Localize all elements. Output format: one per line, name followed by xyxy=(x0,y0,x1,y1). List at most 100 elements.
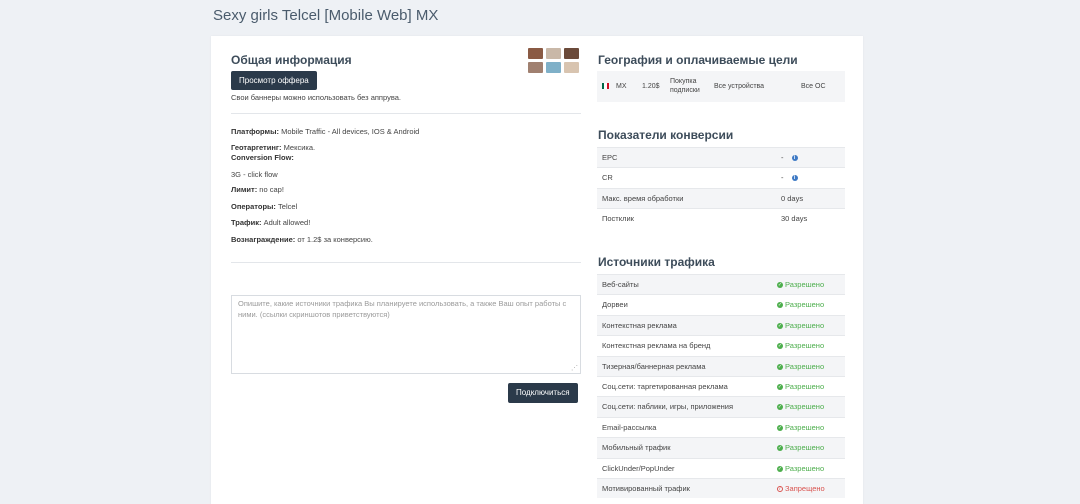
check-circle-icon: ✓ xyxy=(777,302,783,309)
resize-grip-icon[interactable]: ⋰ xyxy=(571,364,578,372)
platforms-label: Платформы: xyxy=(231,127,279,136)
operators-line: Операторы: Telcel xyxy=(231,202,297,211)
check-circle-icon: ✓ xyxy=(777,282,783,289)
check-circle-icon: ✓ xyxy=(777,343,783,350)
source-label: Тизерная/баннерная реклама xyxy=(602,361,706,371)
check-circle-icon: ✓ xyxy=(777,424,783,431)
source-label: Веб-сайты xyxy=(602,280,639,289)
info-icon[interactable]: i xyxy=(791,155,798,162)
source-status: ✓ Разрешено xyxy=(777,341,825,351)
table-row: Дорвеи ✓ Разрешено xyxy=(597,294,845,314)
geography-heading: География и оплачиваемые цели xyxy=(598,53,798,67)
table-row: Макс. время обработки 0 days xyxy=(597,187,845,209)
source-status: ✓ Разрешено xyxy=(777,381,825,391)
source-label: Мотивированный трафик xyxy=(602,483,690,493)
check-circle-icon: ✓ xyxy=(777,404,783,411)
source-label: Email-рассылка xyxy=(602,422,657,432)
limit-line: Лимит: no cap! xyxy=(231,185,284,194)
reward-label: Вознаграждение: xyxy=(231,235,296,244)
conversion-value: 0 days xyxy=(781,193,804,203)
check-circle-icon: ✓ xyxy=(777,383,783,390)
table-row: Соц.сети: таргетированная реклама ✓ Разреш… xyxy=(597,375,845,396)
info-icon[interactable]: i xyxy=(791,175,798,182)
check-circle-icon: ✓ xyxy=(777,445,783,452)
source-status: ✓ Разрешено xyxy=(777,443,825,453)
table-row: Мобильный трафик ✓ Разрешено xyxy=(597,437,845,458)
conversion-label: CR xyxy=(602,173,613,183)
traffic-description-input[interactable] xyxy=(231,295,581,374)
operators-value: Telcel xyxy=(278,202,298,211)
preview-image-icon[interactable] xyxy=(528,62,543,73)
source-label: Контекстная реклама на бренд xyxy=(602,341,711,351)
reward-line: Вознаграждение: от 1.2$ за конверсию. xyxy=(231,235,373,244)
ban-icon: / xyxy=(777,485,783,492)
traffic-line: Трафик: Adult allowed! xyxy=(231,218,310,227)
geo-country: MX xyxy=(616,83,627,90)
table-row: ClickUnder/PopUnder ✓ Разрешено xyxy=(597,457,845,478)
check-circle-icon: ✓ xyxy=(777,363,783,370)
preview-image-icon[interactable] xyxy=(546,62,561,73)
source-status: ✓ Разрешено xyxy=(777,402,825,412)
source-label: Соц.сети: таргетированная реклама xyxy=(602,381,728,391)
page-title: Sexy girls Telcel [Mobile Web] MX xyxy=(213,7,439,24)
conversion-value: 30 days xyxy=(781,214,808,224)
source-status: ✓ Разрешено xyxy=(777,280,825,289)
connect-button[interactable]: Подключиться xyxy=(508,383,578,403)
check-circle-icon: ✓ xyxy=(777,465,783,472)
table-row: Тизерная/баннерная реклама ✓ Разрешено xyxy=(597,355,845,376)
limit-value: no cap! xyxy=(259,185,284,194)
geo-value: Мексика. xyxy=(283,143,316,152)
table-row: Email-рассылка ✓ Разрешено xyxy=(597,416,845,437)
mexico-flag-icon xyxy=(602,83,609,89)
platforms-line: Платформы: Mobile Traffic - All devices,… xyxy=(231,127,419,136)
source-status: ✓ Разрешено xyxy=(777,422,825,432)
source-status: ✓ Разрешено xyxy=(777,463,825,473)
platforms-value: Mobile Traffic - All devices, IOS & Andr… xyxy=(281,127,420,136)
preview-image-icon[interactable] xyxy=(564,62,579,73)
general-heading: Общая информация xyxy=(231,53,352,67)
conversion-value: -i xyxy=(781,168,798,188)
traffic-value: Adult allowed! xyxy=(263,218,311,227)
geo-devices: Все устройства xyxy=(714,83,765,90)
table-row: Постклик 30 days xyxy=(597,208,845,228)
divider xyxy=(231,113,581,114)
geo-goal: Покупка подписки xyxy=(670,77,700,94)
table-row: Мотивированный трафик / Запрещено xyxy=(597,477,845,499)
table-row: EPC -i xyxy=(597,147,845,168)
conversion-label: EPC xyxy=(602,153,618,162)
preview-image-icon[interactable] xyxy=(528,48,543,59)
source-status: / Запрещено xyxy=(777,479,825,499)
table-row: Соц.сети: паблики, игры, приложения ✓ Разр… xyxy=(597,396,845,417)
source-status: ✓ Разрешено xyxy=(777,361,825,371)
traffic-label: Трафик: xyxy=(231,218,262,227)
reward-value: от 1.2$ за конверсию. xyxy=(297,235,373,244)
table-row: CR -i xyxy=(597,167,845,187)
source-status: ✓ Разрешено xyxy=(777,320,825,330)
source-label: Соц.сети: паблики, игры, приложения xyxy=(602,402,734,412)
table-row: Контекстная реклама ✓ Разрешено xyxy=(597,314,845,336)
conversion-label: Макс. время обработки xyxy=(602,193,684,203)
preview-image-icon[interactable] xyxy=(564,48,579,59)
source-label: ClickUnder/PopUnder xyxy=(602,463,675,473)
sources-heading: Источники трафика xyxy=(598,255,715,269)
view-offer-button[interactable]: Просмотр оффера xyxy=(231,71,317,90)
operators-label: Операторы: xyxy=(231,202,276,211)
limit-label: Лимит: xyxy=(231,185,258,194)
geo-target-row: MX 1.20$ Покупка подписки Все устройства… xyxy=(597,71,845,102)
conversion-value: -i xyxy=(781,148,798,168)
source-label: Контекстная реклама xyxy=(602,320,677,330)
table-row: Веб-сайты ✓ Разрешено xyxy=(597,274,845,295)
source-label: Мобильный трафик xyxy=(602,443,671,453)
geo-os: Все ОС xyxy=(801,83,826,90)
sources-table: Веб-сайты ✓ Разрешено Дорвеи ✓ Разрешено Конте… xyxy=(597,274,845,499)
geo-label: Геотаргетинг: xyxy=(231,143,282,152)
conversion-table: EPC -i CR -i Макс. время обработки 0 day… xyxy=(597,147,845,229)
banner-note: Свои баннеры можно использовать без аппр… xyxy=(231,93,401,102)
offer-card: Общая информация Просмотр оффера Свои ба… xyxy=(211,36,863,504)
table-row: Контекстная реклама на бренд ✓ Разрешено xyxy=(597,335,845,355)
check-circle-icon: ✓ xyxy=(777,322,783,329)
preview-image-icon[interactable] xyxy=(546,48,561,59)
geo-payout: 1.20$ xyxy=(642,83,660,90)
divider xyxy=(231,262,581,263)
flow-label: Conversion Flow: xyxy=(231,153,294,162)
